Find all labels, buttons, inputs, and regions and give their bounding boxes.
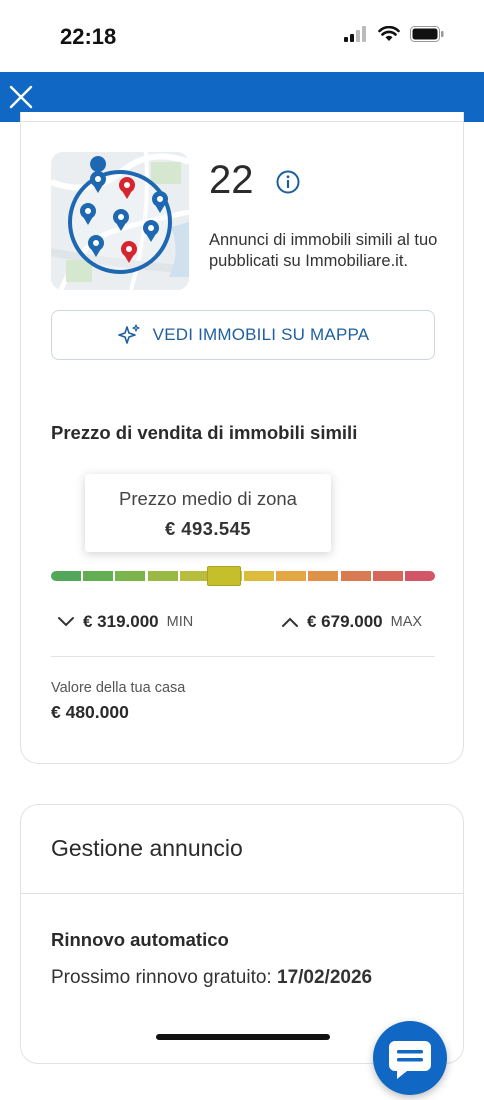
price-bar-segment (340, 571, 371, 581)
status-icons (344, 26, 444, 42)
battery-icon (410, 26, 444, 42)
chevron-up-icon (282, 617, 298, 627)
section-divider (51, 656, 435, 657)
home-indicator[interactable] (156, 1034, 330, 1040)
price-bar-segment (83, 571, 114, 581)
next-renewal-label: Prossimo rinnovo gratuito: (51, 967, 277, 988)
card-divider (21, 121, 463, 122)
chat-button[interactable] (373, 1021, 447, 1095)
average-price-marker (206, 566, 241, 586)
map-thumbnail (51, 152, 189, 290)
min-price-value: € 319.000 (83, 612, 159, 631)
page-content[interactable]: 22 Annunci di immobili simili al tuo pub… (0, 112, 484, 1095)
price-bar-segment (115, 571, 146, 581)
close-icon[interactable] (8, 84, 34, 110)
price-bar-segment (179, 571, 210, 581)
chat-icon (389, 1041, 431, 1079)
price-bar-segment (308, 571, 339, 581)
average-price-tooltip: Prezzo medio di zona € 493.545 (85, 474, 331, 552)
average-price-value: € 493.545 (165, 518, 251, 539)
home-value-label: Valore della tua casa (51, 680, 186, 696)
max-price: € 679.000 MAX (281, 612, 422, 632)
auto-renew-title: Rinnovo automatico (51, 929, 229, 950)
max-price-value: € 679.000 (307, 612, 383, 631)
home-value: € 480.000 (51, 702, 129, 722)
wifi-icon (378, 26, 400, 41)
price-bar-segment (244, 571, 275, 581)
status-bar: 22:18 (0, 0, 484, 72)
max-price-unit: MAX (390, 614, 423, 630)
price-bar-segment (276, 571, 307, 581)
view-on-map-button[interactable]: VEDI IMMOBILI SU MAPPA (51, 310, 435, 360)
price-bar-segment (404, 571, 435, 581)
similar-listings-card: 22 Annunci di immobili simili al tuo pub… (20, 112, 464, 764)
signal-icon (344, 26, 366, 42)
min-price: € 319.000 MIN (57, 612, 193, 632)
price-bar-segment (372, 571, 403, 581)
card-divider (21, 893, 463, 894)
price-section-title: Prezzo di vendita di immobili simili (51, 422, 358, 443)
next-renewal-date: 17/02/2026 (277, 967, 373, 988)
min-price-unit: MIN (166, 614, 194, 630)
next-renewal: Prossimo rinnovo gratuito: 17/02/2026 (51, 967, 372, 989)
sparkle-icon (117, 324, 140, 344)
view-on-map-label: VEDI IMMOBILI SU MAPPA (152, 325, 370, 344)
map-illustration (51, 152, 189, 290)
info-icon[interactable] (276, 170, 300, 194)
similar-description: Annunci di immobili simili al tuo pubbli… (209, 231, 438, 270)
price-bar-segment (147, 571, 178, 581)
status-time: 22:18 (60, 24, 117, 49)
similar-count: 22 (209, 158, 254, 202)
chevron-down-icon (58, 617, 74, 627)
listing-management-title: Gestione annuncio (51, 835, 243, 861)
price-bar-segment (51, 571, 82, 581)
price-range-bar (51, 571, 435, 581)
average-price-label: Prezzo medio di zona (119, 488, 297, 509)
